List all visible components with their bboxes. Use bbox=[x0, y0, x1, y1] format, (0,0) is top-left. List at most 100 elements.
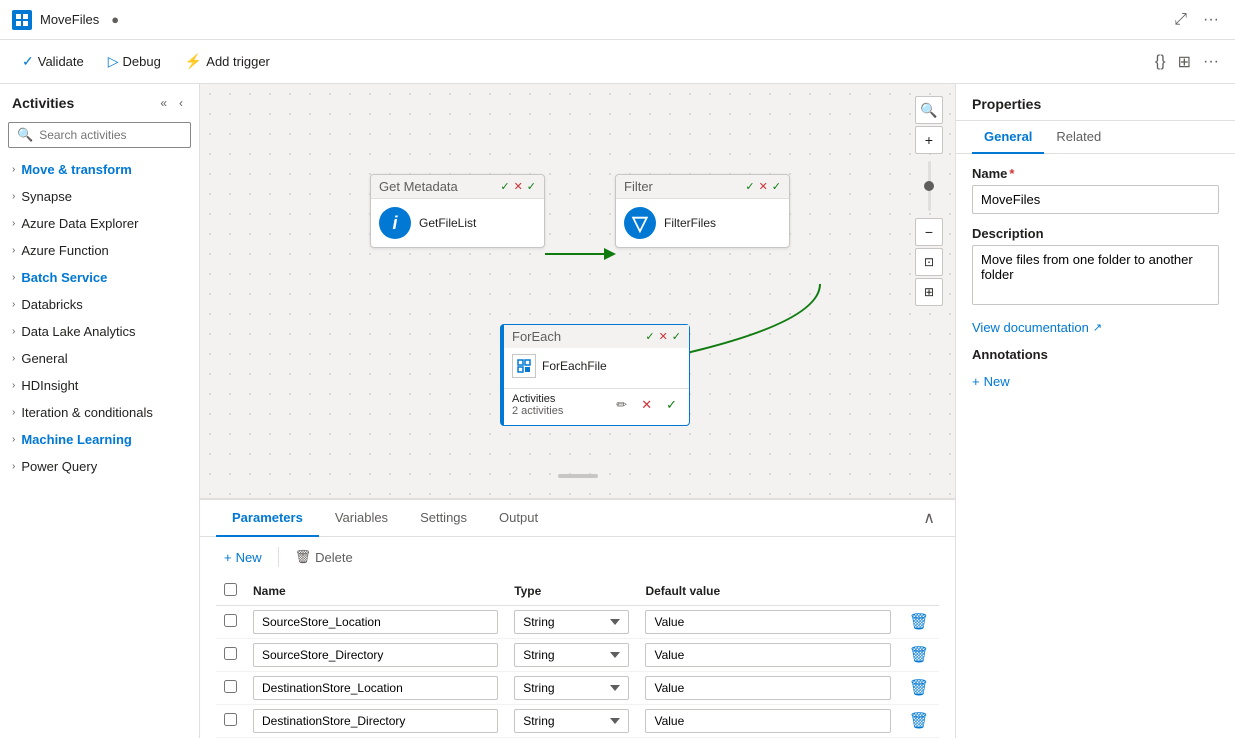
tab-general[interactable]: General bbox=[972, 121, 1044, 154]
expand-icon[interactable]: ⤢ bbox=[1170, 7, 1191, 33]
param-name-input[interactable] bbox=[253, 643, 498, 667]
bottom-panel: Parameters Variables Settings Output ∧ +… bbox=[200, 498, 955, 738]
search-input[interactable] bbox=[39, 128, 182, 142]
bottom-content: + New 🗑 Delete Name Type bbox=[200, 537, 955, 738]
sidebar-item-data-lake-analytics[interactable]: › Data Lake Analytics bbox=[0, 318, 199, 345]
annotations-label: Annotations bbox=[972, 347, 1219, 362]
top-bar: MoveFiles ● ⤢ ··· bbox=[0, 0, 1235, 40]
more-options-icon[interactable]: ··· bbox=[1199, 7, 1223, 33]
sidebar-item-hdinsight[interactable]: › HDInsight bbox=[0, 372, 199, 399]
new-parameter-button[interactable]: + New bbox=[216, 546, 270, 569]
select-all-checkbox[interactable] bbox=[224, 583, 237, 596]
param-type-select[interactable]: StringIntegerBooleanFloatArrayObject bbox=[514, 709, 629, 733]
plus-icon: + bbox=[972, 374, 980, 389]
fit-view-icon[interactable]: ⊡ bbox=[915, 248, 943, 276]
description-input[interactable]: Move files from one folder to another fo… bbox=[972, 245, 1219, 305]
name-input[interactable] bbox=[972, 185, 1219, 214]
filter-body: ▽ FilterFiles bbox=[616, 199, 789, 247]
chevron-right-icon: › bbox=[12, 245, 15, 256]
param-default-input[interactable] bbox=[645, 643, 890, 667]
debug-button[interactable]: ▷ Debug bbox=[98, 47, 171, 76]
add-trigger-button[interactable]: ⚡ Add trigger bbox=[175, 47, 280, 76]
pipeline-canvas[interactable]: Get Metadata ✓ ✕ ✓ i GetFileList bbox=[200, 84, 955, 498]
search-canvas-icon[interactable]: 🔍 bbox=[915, 96, 943, 124]
zoom-out-icon[interactable]: − bbox=[915, 218, 943, 246]
sidebar-item-iteration-conditionals[interactable]: › Iteration & conditionals bbox=[0, 399, 199, 426]
table-row: StringIntegerBooleanFloatArrayObject 🗑 bbox=[216, 639, 939, 672]
name-label: Name * bbox=[972, 166, 1219, 181]
tab-output[interactable]: Output bbox=[483, 500, 554, 537]
check-foreach-icon[interactable]: ✓ bbox=[662, 393, 681, 417]
toolbar: ✓ Validate ▷ Debug ⚡ Add trigger {} ⊞ ··… bbox=[0, 40, 1235, 84]
edit-activities-icon[interactable]: ✏ bbox=[612, 393, 631, 417]
param-name-input[interactable] bbox=[253, 676, 498, 700]
sidebar-pin-icon[interactable]: ‹ bbox=[175, 92, 187, 114]
param-name-input[interactable] bbox=[253, 610, 498, 634]
foreach-node[interactable]: ForEach ✓ ✕ ✓ bbox=[500, 324, 690, 426]
view-documentation-link[interactable]: View documentation ↗ bbox=[972, 320, 1219, 335]
row-checkbox[interactable] bbox=[224, 680, 237, 693]
app-title: MoveFiles bbox=[40, 12, 99, 27]
sidebar-controls: « ‹ bbox=[156, 92, 187, 114]
delete-row-button[interactable]: 🗑 bbox=[907, 643, 931, 667]
sidebar-item-move-transform[interactable]: › Move & transform bbox=[0, 156, 199, 183]
search-icon: 🔍 bbox=[17, 127, 33, 143]
sidebar-item-general[interactable]: › General bbox=[0, 345, 199, 372]
sidebar-item-databricks[interactable]: › Databricks bbox=[0, 291, 199, 318]
param-default-input[interactable] bbox=[645, 676, 890, 700]
layout-icon[interactable]: ⊞ bbox=[915, 278, 943, 306]
tab-settings[interactable]: Settings bbox=[404, 500, 483, 537]
code-view-icon[interactable]: {} bbox=[1151, 49, 1170, 75]
foreach-header: ForEach ✓ ✕ ✓ bbox=[504, 325, 689, 348]
param-type-select[interactable]: StringIntegerBooleanFloatArrayObject bbox=[514, 610, 629, 634]
collapse-panel-icon[interactable]: ∧ bbox=[919, 504, 939, 532]
zoom-in-icon[interactable]: + bbox=[915, 126, 943, 154]
tab-parameters[interactable]: Parameters bbox=[216, 500, 319, 537]
add-annotation-button[interactable]: + New bbox=[972, 370, 1010, 393]
chevron-right-icon: › bbox=[12, 191, 15, 202]
tab-variables[interactable]: Variables bbox=[319, 500, 404, 537]
sidebar-item-machine-learning[interactable]: › Machine Learning bbox=[0, 426, 199, 453]
chevron-right-icon: › bbox=[12, 353, 15, 364]
skip-icon: ✓ bbox=[527, 180, 536, 193]
sidebar-collapse-icon[interactable]: « bbox=[156, 92, 171, 114]
filter-icon: ▽ bbox=[624, 207, 656, 239]
error-icon: ✕ bbox=[514, 180, 523, 193]
tab-related[interactable]: Related bbox=[1044, 121, 1113, 154]
delete-foreach-icon[interactable]: ✕ bbox=[637, 393, 656, 417]
sidebar-item-synapse[interactable]: › Synapse bbox=[0, 183, 199, 210]
delete-parameter-button[interactable]: 🗑 Delete bbox=[287, 545, 361, 569]
grid-view-icon[interactable]: ⊞ bbox=[1174, 48, 1195, 76]
row-checkbox[interactable] bbox=[224, 647, 237, 660]
table-row: StringIntegerBooleanFloatArrayObject 🗑 bbox=[216, 606, 939, 639]
delete-row-button[interactable]: 🗑 bbox=[907, 676, 931, 700]
delete-row-button[interactable]: 🗑 bbox=[907, 610, 931, 634]
chevron-right-icon: › bbox=[12, 461, 15, 472]
toolbar-more-icon[interactable]: ··· bbox=[1199, 49, 1223, 75]
param-name-input[interactable] bbox=[253, 709, 498, 733]
table-row: StringIntegerBooleanFloatArrayObject 🗑 bbox=[216, 705, 939, 738]
sidebar-item-azure-data-explorer[interactable]: › Azure Data Explorer bbox=[0, 210, 199, 237]
sidebar-item-batch-service[interactable]: › Batch Service bbox=[0, 264, 199, 291]
sidebar-item-power-query[interactable]: › Power Query bbox=[0, 453, 199, 480]
debug-icon: ▷ bbox=[108, 53, 119, 70]
param-default-input[interactable] bbox=[645, 709, 890, 733]
sidebar-item-azure-function[interactable]: › Azure Function bbox=[0, 237, 199, 264]
validate-button[interactable]: ✓ Validate bbox=[12, 47, 94, 76]
description-label: Description bbox=[972, 226, 1219, 241]
param-type-select[interactable]: StringIntegerBooleanFloatArrayObject bbox=[514, 643, 629, 667]
col-type: Type bbox=[506, 577, 637, 606]
sidebar-search-box[interactable]: 🔍 bbox=[8, 122, 191, 148]
get-metadata-node[interactable]: Get Metadata ✓ ✕ ✓ i GetFileList bbox=[370, 174, 545, 248]
foreach-activities-section: Activities 2 activities ✏ ✕ ✓ bbox=[504, 388, 689, 425]
col-name: Name bbox=[245, 577, 506, 606]
foreach-icon bbox=[512, 354, 536, 378]
param-type-select[interactable]: StringIntegerBooleanFloatArrayObject bbox=[514, 676, 629, 700]
delete-row-button[interactable]: 🗑 bbox=[907, 709, 931, 733]
row-checkbox[interactable] bbox=[224, 614, 237, 627]
filter-node[interactable]: Filter ✓ ✕ ✓ ▽ FilterFiles bbox=[615, 174, 790, 248]
param-default-input[interactable] bbox=[645, 610, 890, 634]
top-bar-actions: ⤢ ··· bbox=[1170, 7, 1223, 33]
chevron-right-icon: › bbox=[12, 299, 15, 310]
row-checkbox[interactable] bbox=[224, 713, 237, 726]
